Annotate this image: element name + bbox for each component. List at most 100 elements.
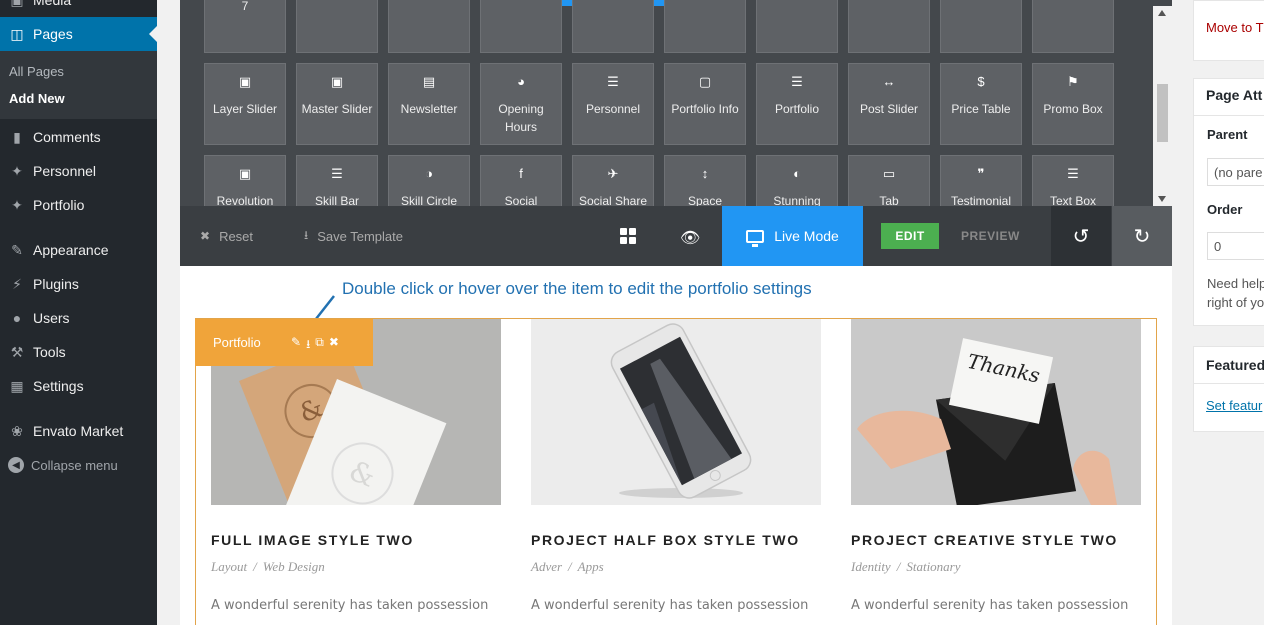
element-tile[interactable]: Countdown	[296, 0, 378, 53]
grid-icon[interactable]	[620, 228, 636, 244]
download-icon[interactable]: ⭳	[306, 335, 310, 356]
delete-icon[interactable]: ✖	[329, 335, 339, 356]
admin-sidebar: ▣ Media ◫ Pages All Pages Add New ▮ Comm…	[0, 0, 157, 625]
reset-button[interactable]: ✖ Reset	[200, 206, 253, 266]
arrows-vertical-icon: ↕	[701, 166, 709, 181]
element-tile[interactable]: Contact Form 7	[204, 0, 286, 53]
edit-hint-text: Double click or hover over the item to e…	[342, 279, 812, 298]
portfolio-card-title[interactable]: PROJECT CREATIVE STYLE TWO	[851, 532, 1118, 548]
set-featured-image-link[interactable]: Set featur	[1206, 398, 1262, 413]
element-tile-label: Post Slider	[859, 102, 919, 116]
category-link[interactable]: Apps	[578, 559, 604, 574]
sidebar-item-appearance[interactable]: ✎ Appearance	[0, 233, 157, 267]
element-tile-label: Skill Circle	[400, 194, 457, 206]
order-input[interactable]: 0	[1207, 232, 1264, 260]
element-tile[interactable]: ◑ Skill Circle	[388, 155, 470, 206]
category-link[interactable]: Web Design	[263, 559, 325, 574]
element-tile[interactable]: ☰ Skill Bar	[296, 155, 378, 206]
featured-image-box: Featured	[1193, 346, 1264, 432]
move-to-trash-link[interactable]: Move to T	[1206, 20, 1264, 35]
element-panel-scrollbar[interactable]	[1153, 6, 1172, 206]
scrollbar-thumb[interactable]	[1157, 84, 1168, 142]
element-tile[interactable]: f Social	[480, 155, 562, 206]
twitter-icon: ✈	[607, 166, 619, 181]
element-tile[interactable]: ▤ Newsletter	[388, 63, 470, 145]
submenu-add-new[interactable]: Add New	[9, 91, 65, 106]
portfolio-card-excerpt: A wonderful serenity has taken possessio…	[531, 598, 809, 613]
live-mode-button[interactable]: Live Mode	[722, 206, 863, 266]
element-tile[interactable]: Icon	[848, 0, 930, 53]
sidebar-item-portfolio[interactable]: ✦ Portfolio	[0, 188, 157, 222]
facebook-icon: f	[519, 166, 523, 181]
category-link[interactable]: Adver	[531, 559, 562, 574]
element-tile[interactable]: ☰ Text Box	[1032, 155, 1114, 206]
portfolio-element-bar[interactable]: Portfolio ✎ ⭳ ⧉ ✖	[195, 319, 373, 366]
element-tile[interactable]: ☰ Personnel	[572, 63, 654, 145]
portfolio-card-title[interactable]: FULL IMAGE STYLE TWO	[211, 532, 414, 548]
element-tile[interactable]: Featured Box	[572, 0, 654, 53]
parent-label: Parent	[1207, 127, 1248, 142]
element-tile[interactable]: ☰ Portfolio	[756, 63, 838, 145]
preview-button[interactable]: PREVIEW	[961, 223, 1020, 249]
element-picker-panel: Contact Form 7 CountdownCounterDividerFea…	[180, 0, 1172, 206]
image-icon: ▣	[238, 74, 252, 89]
category-link[interactable]: Stationary	[906, 559, 960, 574]
newsletter-icon: ▤	[422, 74, 436, 89]
element-tile[interactable]: Icon List	[940, 0, 1022, 53]
element-tile[interactable]: ❞ Testimonial	[940, 155, 1022, 206]
element-tile[interactable]: Flipbox	[664, 0, 746, 53]
brush-icon: ✎	[11, 241, 23, 258]
sidebar-item-plugins[interactable]: ⚡ Plugins	[0, 267, 157, 301]
element-tile[interactable]: ▭ Tab	[848, 155, 930, 206]
quote-icon: ❞	[977, 166, 985, 181]
wrench-icon: ⚒	[10, 343, 24, 360]
text-lines-icon: ☰	[1067, 166, 1079, 181]
sidebar-item-comments[interactable]: ▮ Comments	[0, 120, 157, 154]
element-tile-label: Portfolio Info	[671, 102, 739, 116]
copy-icon[interactable]: ⧉	[315, 335, 324, 356]
edit-button[interactable]: EDIT	[881, 223, 939, 249]
element-tile[interactable]: ▢ Portfolio Info	[664, 63, 746, 145]
redo-button[interactable]: ↻	[1112, 206, 1172, 266]
element-tile[interactable]: ▣ Revolution	[204, 155, 286, 206]
element-tile[interactable]: Counter	[388, 0, 470, 53]
element-tile[interactable]: Image	[1032, 0, 1114, 53]
sidebar-item-label: Pages	[33, 26, 73, 42]
sidebar-item-pages[interactable]: ◫ Pages	[0, 17, 157, 51]
element-tile-label: Personnel	[585, 102, 641, 116]
category-link[interactable]: Layout	[211, 559, 247, 574]
collapse-menu-button[interactable]: ◀ Collapse menu	[0, 454, 157, 476]
element-tile[interactable]: ◕ Opening Hours	[480, 63, 562, 145]
image-icon: ▣	[238, 166, 252, 181]
sidebar-item-tools[interactable]: ⚒ Tools	[0, 335, 157, 369]
element-tile[interactable]: ⚑ Promo Box	[1032, 63, 1114, 145]
element-tile[interactable]: Divider	[480, 0, 562, 53]
scroll-down-icon[interactable]	[1158, 196, 1166, 202]
element-tile[interactable]: ▣ Layer Slider	[204, 63, 286, 145]
scroll-up-icon[interactable]	[1158, 10, 1166, 16]
element-tile[interactable]: Gallery	[756, 0, 838, 53]
element-tile[interactable]: ↔ Post Slider	[848, 63, 930, 145]
sidebar-item-settings[interactable]: ▦ Settings	[0, 369, 157, 403]
sidebar-item-envato-market[interactable]: ❀ Envato Market	[0, 414, 157, 448]
portfolio-card-image[interactable]: Thanks	[851, 319, 1141, 505]
portfolio-card-image[interactable]	[531, 319, 821, 505]
undo-button[interactable]: ↺	[1051, 206, 1111, 266]
element-tile[interactable]: ↕ Space	[664, 155, 746, 206]
element-tile[interactable]: ◐ Stunning	[756, 155, 838, 206]
portfolio-card-title[interactable]: PROJECT HALF BOX STYLE TWO	[531, 532, 800, 548]
sidebar-item-users[interactable]: ● Users	[0, 301, 157, 335]
edit-icon[interactable]: ✎	[291, 335, 301, 356]
sidebar-item-media[interactable]: ▣ Media	[0, 0, 157, 17]
element-tile[interactable]: ▣ Master Slider	[296, 63, 378, 145]
eye-icon[interactable]: 👁	[680, 228, 700, 248]
parent-select[interactable]: (no pare	[1207, 158, 1264, 186]
element-tile[interactable]: $ Price Table	[940, 63, 1022, 145]
sidebar-item-personnel[interactable]: ✦ Personnel	[0, 154, 157, 188]
category-link[interactable]: Identity	[851, 559, 891, 574]
save-template-button[interactable]: ⭳ Save Template	[304, 206, 403, 266]
settings-icon: ▦	[10, 377, 24, 394]
sidebar-item-label: Settings	[33, 378, 84, 394]
submenu-all-pages[interactable]: All Pages	[9, 64, 64, 79]
element-tile[interactable]: ✈ Social Share	[572, 155, 654, 206]
